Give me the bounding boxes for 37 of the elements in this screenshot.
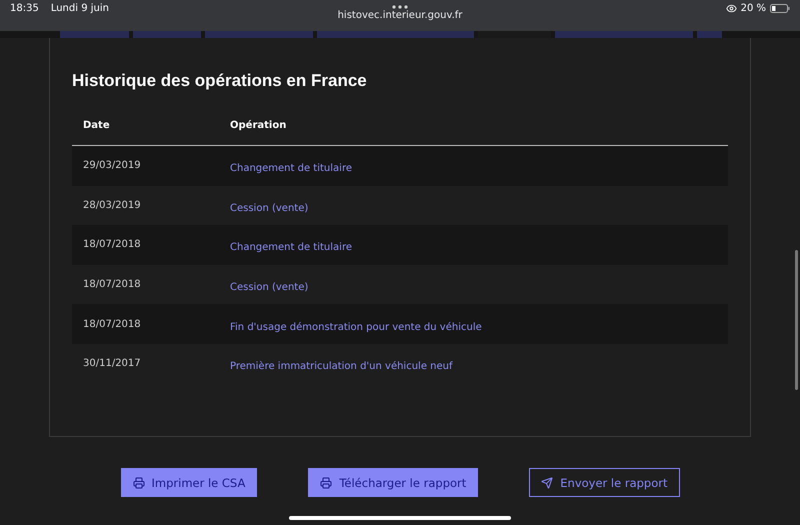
battery-icon <box>770 4 790 13</box>
print-button[interactable]: Imprimer le CSA <box>120 468 258 497</box>
tab-edge[interactable] <box>132 31 202 38</box>
address-url[interactable]: histovec.interieur.gouv.fr <box>338 10 462 21</box>
operation-link[interactable]: Cession (vente) <box>230 282 308 294</box>
date-cell-text: 30/11/2017 <box>83 358 142 370</box>
date-cell-text: 28/03/2019 <box>83 200 142 211</box>
eye-icon <box>726 3 737 14</box>
printer-icon <box>132 476 144 488</box>
operation-link[interactable]: Cession (vente) <box>230 202 308 214</box>
date: Lundi 9 juin <box>50 3 109 14</box>
send-button[interactable]: Envoyer le rapport <box>529 468 680 497</box>
tab-edge[interactable] <box>60 31 129 38</box>
send-icon <box>541 476 554 488</box>
battery-level: 20 % <box>740 3 766 14</box>
section-title: Historique des opérations en France <box>72 71 368 91</box>
tab-edge[interactable] <box>205 31 314 38</box>
operation-link[interactable]: Changement de titulaire <box>230 163 352 174</box>
date-cell-text: 18/07/2018 <box>83 279 142 290</box>
operation-link[interactable]: Première immatriculation d'un véhicule neuf <box>230 361 452 372</box>
clock: 18:35 <box>10 3 39 14</box>
column-header: Opération <box>230 120 288 130</box>
operation-link[interactable]: Changement de titulaire <box>230 242 352 254</box>
tab-edge[interactable] <box>478 31 552 38</box>
scrollbar[interactable] <box>795 250 798 390</box>
date-cell-text: 29/03/2019 <box>83 160 142 172</box>
column-header: Date <box>83 120 111 130</box>
print-button[interactable]: Télécharger le rapport <box>308 468 478 497</box>
home-indicator[interactable] <box>289 516 511 520</box>
tab-edge[interactable] <box>555 31 693 38</box>
tab-edge[interactable] <box>696 31 722 38</box>
date-cell-text: 18/07/2018 <box>83 318 142 330</box>
operation-link[interactable]: Fin d'usage démonstration pour vente du véhicule <box>230 322 482 333</box>
more-icon[interactable] <box>392 5 408 9</box>
date-cell-text: 18/07/2018 <box>83 239 142 250</box>
printer-icon <box>320 476 332 488</box>
tab-edge[interactable] <box>317 31 474 38</box>
